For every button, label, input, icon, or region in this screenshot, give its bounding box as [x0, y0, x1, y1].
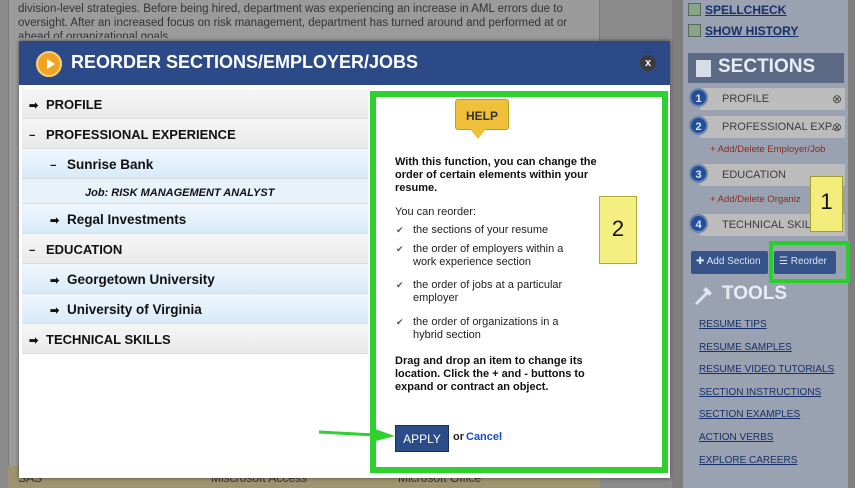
show-history-link[interactable]: SHOW HISTORY — [705, 24, 798, 38]
section-label: TECHNICAL SKILLS — [722, 219, 825, 231]
document-icon — [696, 60, 711, 77]
section-number-badge: 1 — [689, 88, 708, 107]
list-item-education[interactable]: − EDUCATION — [22, 234, 368, 264]
item-label: Sunrise Bank — [67, 157, 154, 172]
item-label: EDUCATION — [46, 242, 123, 257]
section-label: PROFILE — [722, 93, 770, 105]
remove-icon[interactable]: ⊗ — [832, 120, 842, 134]
tool-link-video-tutorials[interactable]: RESUME VIDEO TUTORIALS — [699, 364, 834, 375]
item-label: Regal Investments — [67, 212, 187, 227]
section-number-badge: 3 — [689, 164, 708, 183]
apply-button[interactable]: APPLY — [395, 425, 449, 452]
item-label: PROFILE — [46, 97, 103, 112]
tools-header: TOOLS — [722, 283, 788, 304]
list-item-employer[interactable]: ➡ Regal Investments — [22, 204, 368, 234]
arrow-icon — [318, 428, 395, 442]
help-bullet: the order of organizations in a hybrid s… — [396, 316, 581, 342]
close-button[interactable]: x — [640, 55, 656, 71]
resume-line: division-level strategies. Before being … — [18, 3, 563, 15]
list-item-profile[interactable]: ➡ PROFILE — [22, 89, 368, 119]
highlight-box-reorder — [769, 241, 850, 283]
play-icon — [36, 51, 62, 77]
sidebar-section-professional-experience[interactable]: PROFESSIONAL EXP... ⊗ — [700, 116, 845, 138]
add-employer-job-link[interactable]: + Add/Delete Employer/Job — [710, 144, 825, 155]
list-item-professional-experience[interactable]: − PROFESSIONAL EXPERIENCE — [22, 119, 368, 149]
section-label: EDUCATION — [722, 169, 786, 181]
tool-link-action-verbs[interactable]: ACTION VERBS — [699, 432, 773, 443]
add-section-button[interactable]: ✚ Add Section — [691, 251, 768, 274]
cancel-link[interactable]: Cancel — [466, 431, 502, 443]
resume-line: ahead of organizational goals. — [18, 31, 172, 38]
help-can-reorder: You can reorder: — [395, 206, 476, 218]
resume-line: oversight. After an increased focus on r… — [18, 17, 568, 29]
remove-icon[interactable]: ⊗ — [832, 92, 842, 106]
tool-link-explore-careers[interactable]: EXPLORE CAREERS — [699, 455, 797, 466]
item-label: Job: RISK MANAGEMENT ANALYST — [85, 187, 275, 199]
list-item-school[interactable]: ➡ University of Virginia — [22, 294, 368, 324]
section-number-badge: 4 — [689, 214, 708, 233]
tool-link-resume-samples[interactable]: RESUME SAMPLES — [699, 342, 792, 353]
help-bullet: the order of employers within a work exp… — [396, 243, 581, 269]
item-label: PROFESSIONAL EXPERIENCE — [46, 127, 236, 142]
expand-arrow-icon[interactable]: ➡ — [50, 214, 64, 227]
sections-header: SECTIONS — [688, 53, 844, 83]
help-drag-instructions: Drag and drop an item to change its loca… — [395, 355, 585, 393]
add-organization-link[interactable]: + Add/Delete Organiz — [710, 194, 801, 205]
list-item-employer[interactable]: − Sunrise Bank — [22, 149, 368, 179]
item-label: University of Virginia — [67, 302, 202, 317]
help-badge-pointer — [470, 129, 486, 139]
section-number-badge: 2 — [689, 116, 708, 135]
spellcheck-icon — [688, 3, 701, 16]
tool-link-section-instructions[interactable]: SECTION INSTRUCTIONS — [699, 387, 821, 398]
list-item-technical-skills[interactable]: ➡ TECHNICAL SKILLS — [22, 324, 368, 354]
history-icon — [688, 24, 701, 37]
list-item-job[interactable]: Job: RISK MANAGEMENT ANALYST — [22, 179, 368, 204]
plus-icon: ✚ — [696, 256, 707, 267]
tool-link-section-examples[interactable]: SECTION EXAMPLES — [699, 409, 800, 420]
expand-arrow-icon[interactable]: ➡ — [50, 274, 64, 287]
section-label: PROFESSIONAL EXP... — [722, 121, 840, 133]
modal-title: REORDER SECTIONS/EMPLOYER/JOBS — [71, 52, 419, 72]
collapse-minus-icon[interactable]: − — [29, 245, 43, 257]
resume-text: division-level strategies. Before being … — [18, 2, 598, 38]
callout-note-1: 1 — [810, 176, 843, 232]
expand-arrow-icon[interactable]: ➡ — [29, 99, 43, 112]
expand-arrow-icon[interactable]: ➡ — [50, 304, 64, 317]
collapse-minus-icon[interactable]: − — [29, 130, 43, 142]
help-badge: HELP — [455, 99, 509, 130]
help-intro: With this function, you can change the o… — [395, 156, 597, 194]
or-text: or — [453, 431, 464, 443]
item-label: TECHNICAL SKILLS — [46, 332, 171, 347]
list-item-school[interactable]: ➡ Georgetown University — [22, 264, 368, 294]
add-section-label: Add Section — [706, 256, 761, 267]
spellcheck-link[interactable]: SPELLCHECK — [705, 3, 786, 17]
callout-note-2: 2 — [599, 196, 637, 264]
collapse-minus-icon[interactable]: − — [50, 160, 64, 172]
sidebar-section-profile[interactable]: PROFILE ⊗ — [700, 88, 845, 110]
help-bullet: the order of jobs at a particular employ… — [396, 279, 581, 305]
tool-link-resume-tips[interactable]: RESUME TIPS — [699, 319, 767, 330]
expand-arrow-icon[interactable]: ➡ — [29, 334, 43, 347]
help-bullet: the sections of your resume — [396, 224, 581, 237]
reorder-list: ➡ PROFILE − PROFESSIONAL EXPERIENCE − Sunri… — [22, 89, 368, 478]
item-label: Georgetown University — [67, 272, 215, 287]
